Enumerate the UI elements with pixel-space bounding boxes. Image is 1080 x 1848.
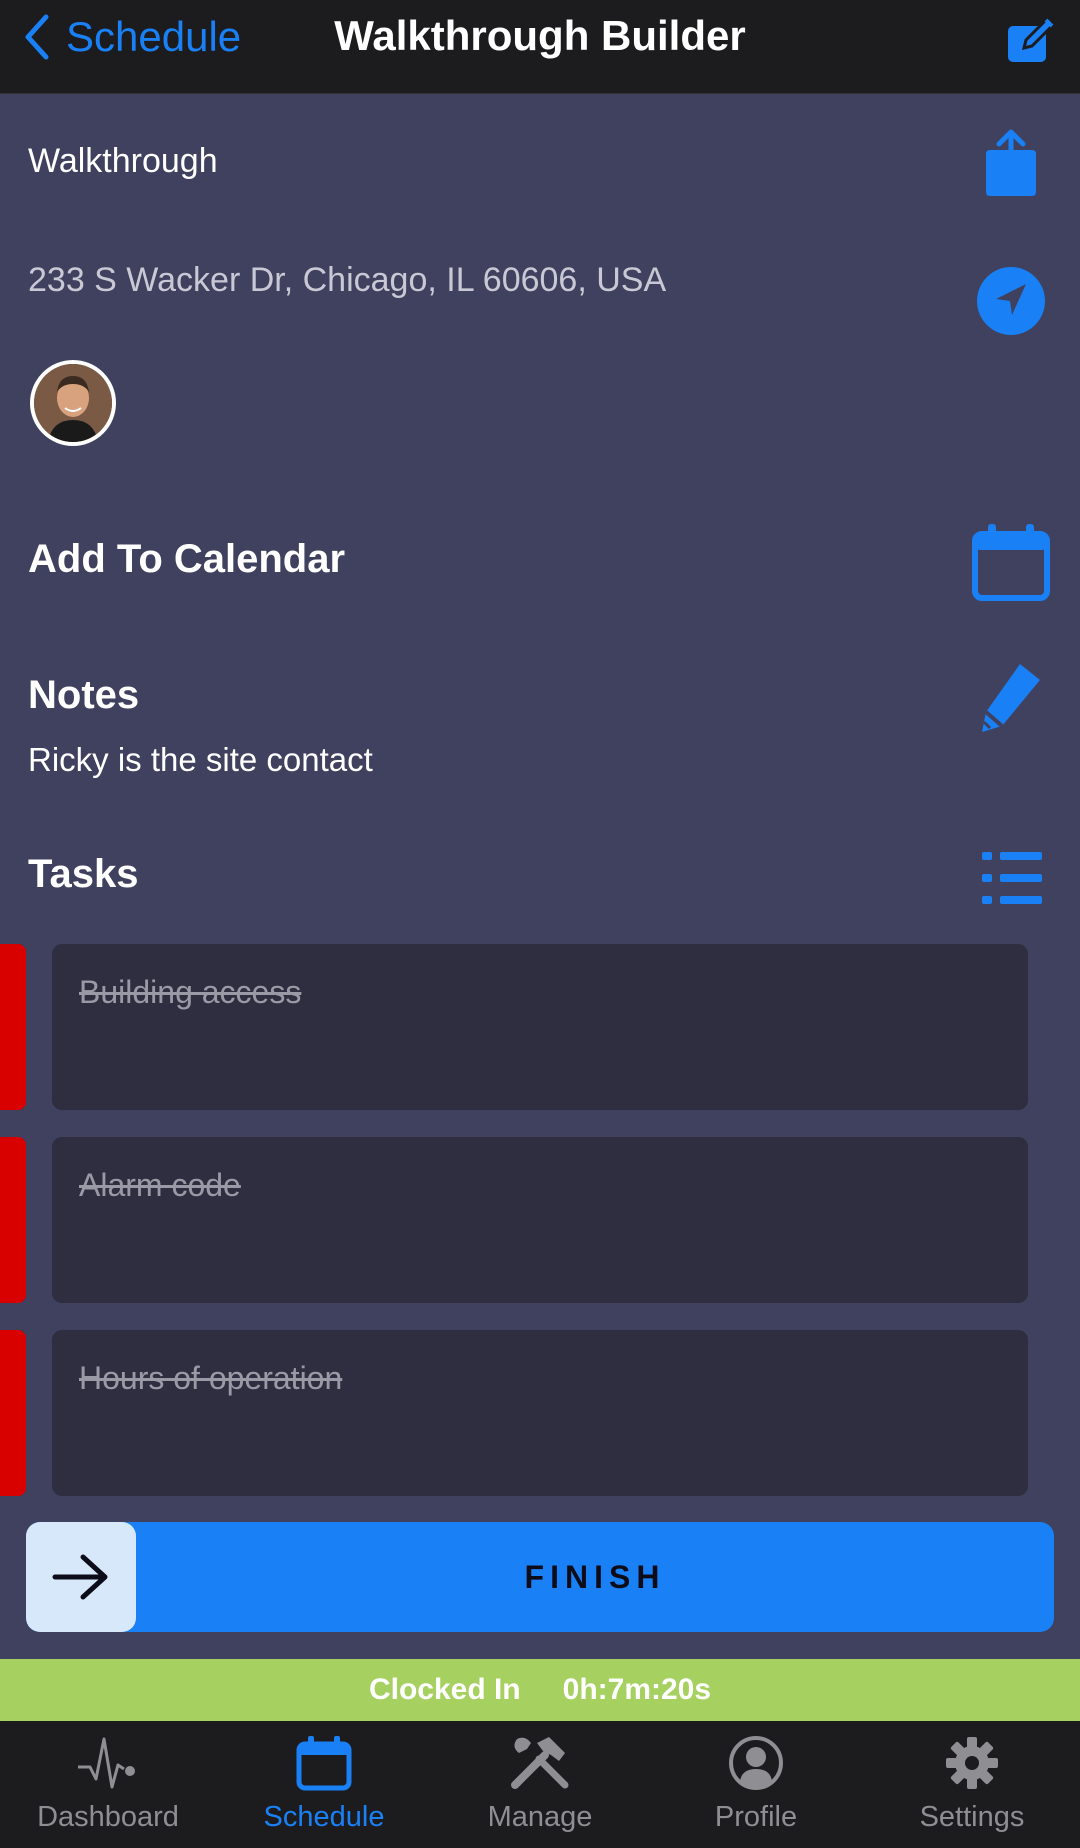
tab-label: Profile [714,1801,798,1833]
tab-label: Manage [487,1801,593,1833]
task-item-hours-of-operation[interactable]: Hours of operation [52,1330,1028,1496]
walkthrough-type-label: Walkthrough [28,142,218,180]
add-to-calendar-label[interactable]: Add To Calendar [28,537,345,582]
navigation-arrow-icon [977,267,1045,335]
navigation-bar: Schedule Walkthrough Builder [0,0,1080,94]
tab-profile[interactable]: Profile [648,1721,864,1848]
tab-label: Settings [919,1801,1025,1833]
address-text[interactable]: 233 S Wacker Dr, Chicago, IL 60606, USA [28,258,728,302]
tab-schedule[interactable]: Schedule [216,1721,432,1848]
tab-label: Dashboard [37,1801,179,1833]
pulse-icon [78,1737,135,1789]
clock-elapsed-time: 0h:7m:20s [562,1673,712,1706]
calendar-icon [296,1736,352,1791]
task-flag [0,1137,26,1303]
list-icon [982,852,1042,904]
profile-icon [729,1736,783,1790]
tab-bar: Dashboard Schedule Manage Profile Settin… [0,1721,1080,1848]
calendar-icon [972,524,1050,601]
tab-label: Schedule [263,1801,385,1833]
share-icon [986,129,1036,196]
navigate-button[interactable] [976,266,1046,341]
pencil-icon [982,664,1040,732]
avatar[interactable] [30,360,116,446]
task-list-button[interactable] [982,852,1042,909]
arrow-right-icon [52,1554,108,1600]
tab-settings[interactable]: Settings [864,1721,1080,1848]
tab-dashboard[interactable]: Dashboard [0,1721,216,1848]
task-item-building-access[interactable]: Building access [52,944,1028,1110]
notes-text: Ricky is the site contact [28,741,373,778]
compose-icon [1008,17,1055,62]
edit-notes-button[interactable] [978,660,1044,741]
tools-icon [511,1737,569,1789]
task-title: Hours of operation [79,1360,343,1396]
page-title: Walkthrough Builder [334,12,746,59]
tab-manage[interactable]: Manage [432,1721,648,1848]
finish-slider-handle[interactable] [26,1522,136,1632]
finish-slider[interactable]: FINISH [26,1522,1054,1632]
add-to-calendar-button[interactable] [972,522,1050,607]
compose-button[interactable] [1006,17,1056,69]
task-title: Alarm code [79,1167,241,1203]
task-item-alarm-code[interactable]: Alarm code [52,1137,1028,1303]
finish-label: FINISH [524,1558,666,1595]
task-flag [0,1330,26,1496]
clock-status-text: Clocked In [368,1673,521,1706]
task-title: Building access [79,974,302,1010]
task-flag [0,944,26,1110]
clock-status-bar: Clocked In 0h:7m:20s [0,1659,1080,1721]
tasks-label: Tasks [28,852,139,896]
notes-label: Notes [28,673,140,717]
gear-icon [946,1737,998,1789]
share-button[interactable] [984,128,1038,203]
avatar-image [34,364,112,442]
